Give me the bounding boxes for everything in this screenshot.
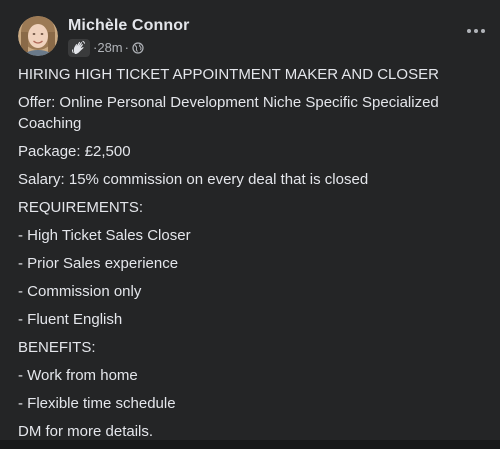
post-paragraph: DM for more details. [18,423,154,440]
waving-hand-icon[interactable] [68,38,90,57]
post-header: Michèle Connor · 28m · [18,14,189,58]
post-meta: Michèle Connor · 28m · [68,16,189,57]
post-paragraph: - Prior Sales experience [18,255,179,272]
avatar[interactable] [18,16,58,56]
post-paragraph: - Work from home [18,367,138,384]
post-paragraph: Salary: 15% commission on every deal tha… [18,171,369,188]
dot-separator: · [124,39,129,55]
post-body: HIRING HIGH TICKET APPOINTMENT MAKER AND… [18,64,488,449]
globe-icon[interactable] [132,41,144,54]
post-paragraph: - High Ticket Sales Closer [18,227,191,244]
more-options-icon[interactable] [464,21,488,41]
post-paragraph: REQUIREMENTS: [18,199,144,216]
post-paragraph: HIRING HIGH TICKET APPOINTMENT MAKER AND… [18,66,439,83]
post-time[interactable]: 28m [97,40,122,56]
post-paragraph: BENEFITS: [18,339,96,356]
post-paragraph: - Fluent English [18,311,123,328]
post-paragraph: Offer: Online Personal Development Niche… [18,94,439,132]
post-card: Michèle Connor · 28m · HIRING HIGH TICKE… [0,0,500,440]
author-name[interactable]: Michèle Connor [68,16,189,36]
post-paragraph: - Commission only [18,283,142,300]
post-paragraph: Package: £2,500 [18,143,131,160]
avatar-image [18,16,58,56]
post-subline: · 28m · [68,38,189,57]
post-paragraph: - Flexible time schedule [18,395,176,412]
